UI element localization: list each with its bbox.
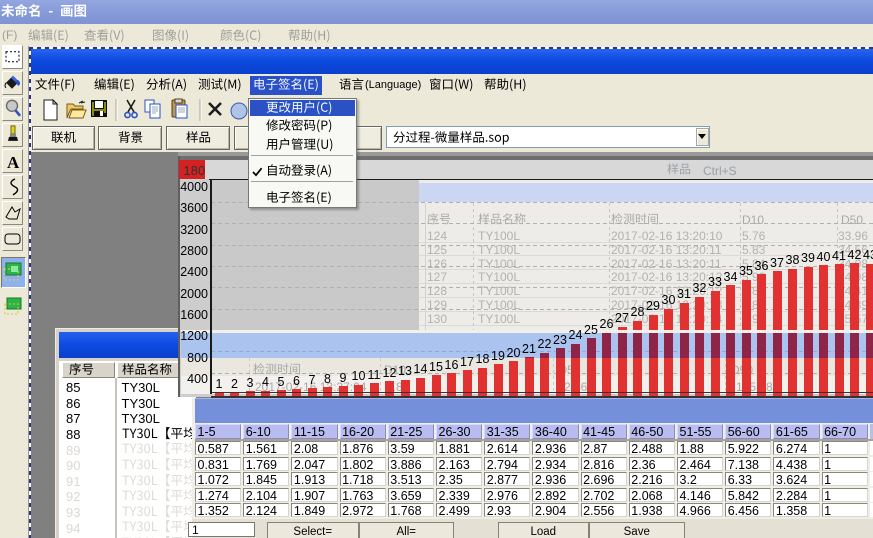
svg-text:A: A [7, 153, 20, 172]
